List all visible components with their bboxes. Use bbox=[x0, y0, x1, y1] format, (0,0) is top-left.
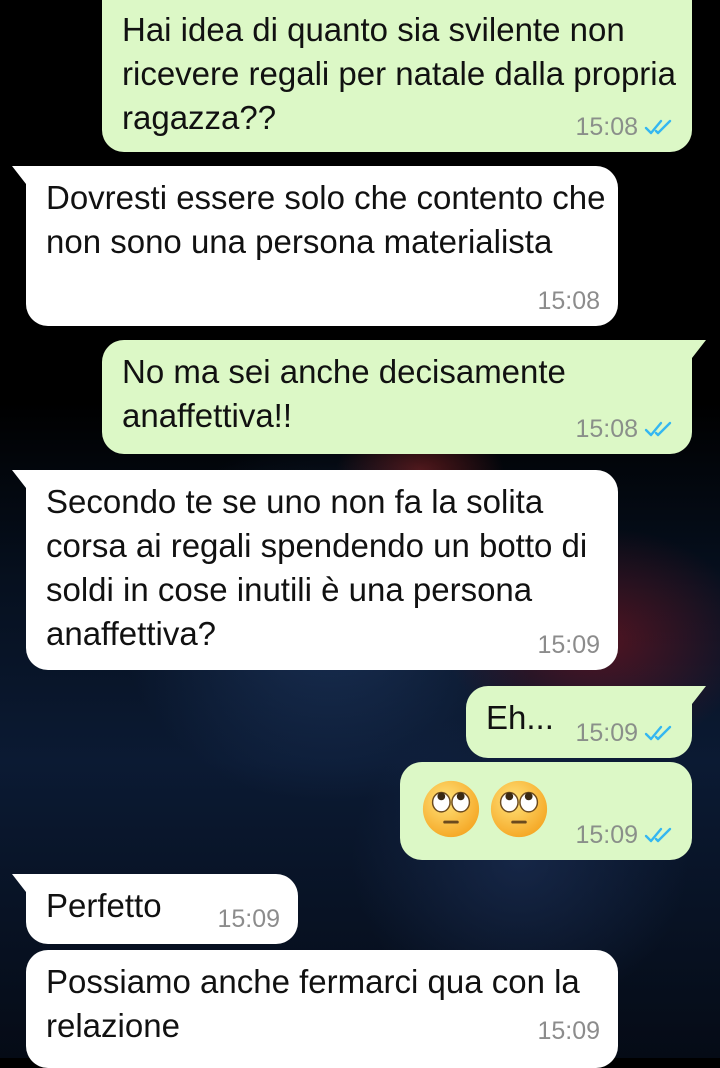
message-bubble-sent[interactable]: Eh... 15:09 bbox=[466, 686, 706, 758]
message-time: 15:09 bbox=[575, 821, 638, 849]
message-meta: 15:09 bbox=[217, 904, 280, 934]
message-meta: 15:09 bbox=[537, 1016, 600, 1046]
message-meta: 15:09 bbox=[575, 820, 674, 850]
message-time: 15:09 bbox=[217, 905, 280, 933]
message-meta: 15:08 bbox=[575, 414, 674, 444]
message-bubble-received[interactable]: Secondo te se uno non fa la solita corsa… bbox=[12, 470, 618, 670]
message-time: 15:08 bbox=[575, 113, 638, 141]
read-ticks-icon bbox=[644, 725, 672, 741]
read-ticks-icon bbox=[644, 827, 672, 843]
message-bubble-sent[interactable]: No ma sei anche decisamente anaffettiva!… bbox=[102, 340, 706, 454]
message-bubble-received[interactable]: Perfetto 15:09 bbox=[12, 874, 298, 944]
message-meta: 15:08 bbox=[537, 286, 600, 316]
message-list[interactable]: Hai idea di quanto sia svilente non rice… bbox=[0, 0, 720, 1068]
message-bubble-sent[interactable]: Hai idea di quanto sia svilente non rice… bbox=[102, 0, 692, 152]
read-ticks-icon bbox=[644, 421, 672, 437]
face-with-rolling-eyes-icon bbox=[422, 780, 480, 838]
message-bubble-sent[interactable]: 15:09 bbox=[400, 762, 692, 860]
message-meta: 15:09 bbox=[575, 718, 674, 748]
message-text: Dovresti essere solo che contento che no… bbox=[46, 179, 606, 260]
message-bubble-received[interactable]: Possiamo anche fermarci qua con la relaz… bbox=[26, 950, 618, 1068]
message-time: 15:09 bbox=[575, 719, 638, 747]
message-time: 15:09 bbox=[537, 1017, 600, 1045]
message-time: 15:09 bbox=[537, 631, 600, 659]
message-text: Secondo te se uno non fa la solita corsa… bbox=[46, 483, 588, 652]
message-time: 15:08 bbox=[575, 415, 638, 443]
message-time: 15:08 bbox=[537, 287, 600, 315]
message-bubble-received[interactable]: Dovresti essere solo che contento che no… bbox=[12, 166, 618, 326]
message-text: Possiamo anche fermarci qua con la relaz… bbox=[46, 963, 580, 1044]
message-meta: 15:09 bbox=[537, 630, 600, 660]
face-with-rolling-eyes-icon bbox=[490, 780, 548, 838]
read-ticks-icon bbox=[644, 119, 672, 135]
message-meta: 15:08 bbox=[575, 112, 674, 142]
